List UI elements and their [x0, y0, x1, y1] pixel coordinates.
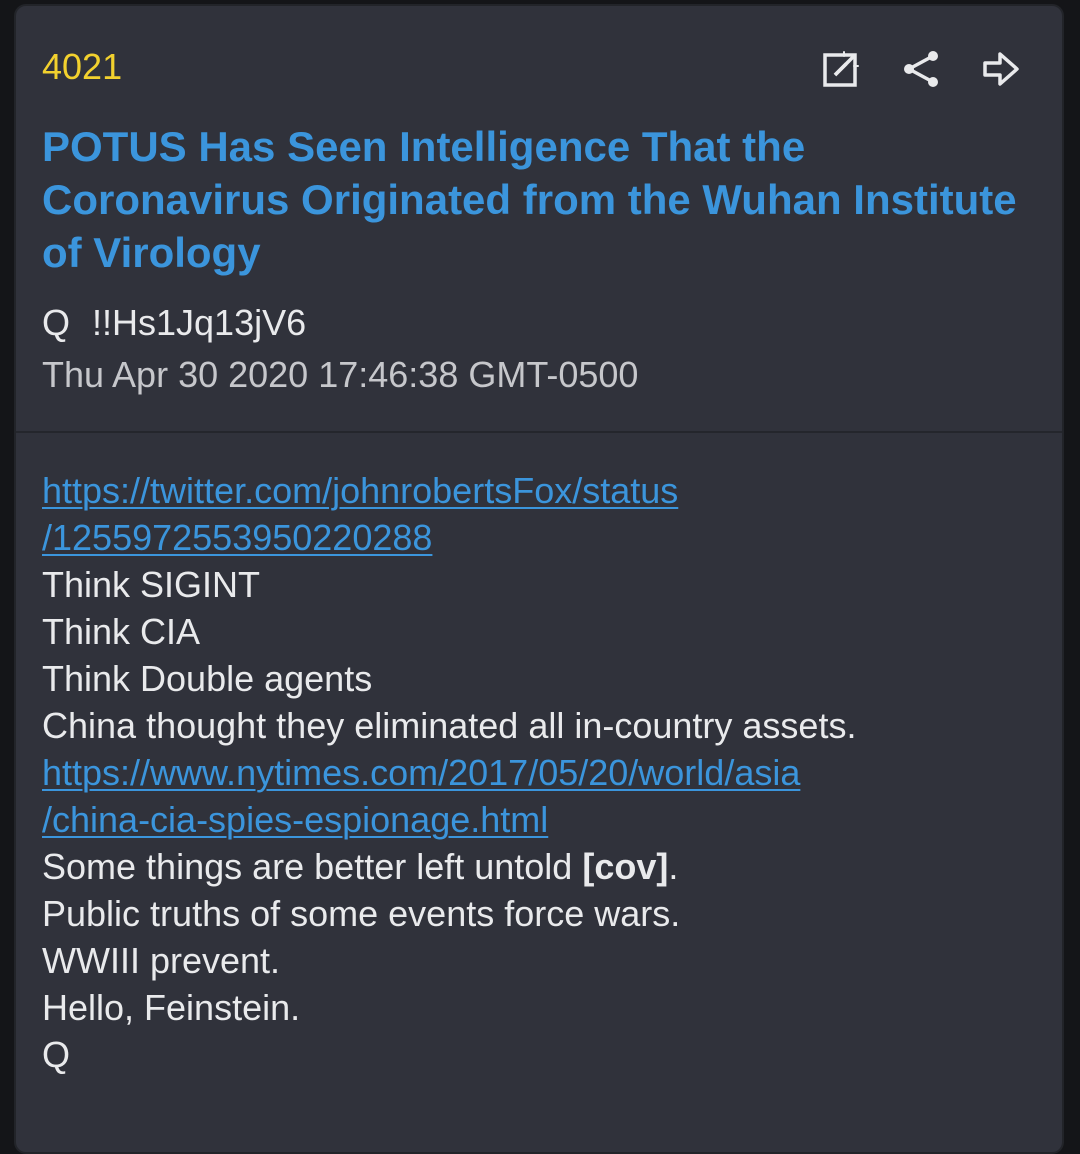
post-author: Q !!Hs1Jq13jV6	[42, 302, 306, 344]
body-line: China thought they eliminated all in-cou…	[42, 705, 857, 746]
post-timestamp: Thu Apr 30 2020 17:46:38 GMT-0500	[42, 354, 639, 395]
body-line: Think Double agents	[42, 658, 373, 699]
author-tripcode: !!Hs1Jq13jV6	[92, 302, 307, 343]
forward-button[interactable]	[976, 44, 1026, 94]
share-button[interactable]	[896, 44, 946, 94]
post-body: https://twitter.com/johnrobertsFox/statu…	[16, 433, 1062, 1078]
post-number: 4021	[42, 46, 123, 87]
body-line: Think CIA	[42, 611, 201, 652]
forward-arrow-icon	[983, 52, 1019, 86]
author-name: Q	[42, 302, 71, 343]
signature: Q	[42, 1034, 71, 1075]
body-line: Some things are better left untold [cov]…	[42, 843, 1036, 890]
twitter-link[interactable]: https://twitter.com/johnrobertsFox/statu…	[42, 467, 1036, 561]
body-line: Public truths of some events force wars.	[42, 893, 681, 934]
post-header: 4021 POTUS Has Seen Intelligence That th…	[16, 6, 1062, 433]
open-external-button[interactable]	[816, 44, 866, 94]
post-card: 4021 POTUS Has Seen Intelligence That th…	[14, 4, 1064, 1154]
twitter-link-line1: https://twitter.com/johnrobertsFox/statu…	[42, 470, 679, 511]
nytimes-link[interactable]: https://www.nytimes.com/2017/05/20/world…	[42, 749, 1036, 843]
bracket-tag: [cov]	[582, 846, 669, 887]
nytimes-link-line2: /china-cia-spies-espionage.html	[42, 799, 549, 840]
share-icon	[904, 51, 938, 87]
open-external-icon	[823, 49, 861, 87]
body-line: Think SIGINT	[42, 564, 261, 605]
twitter-link-line2: /1255972553950220288	[42, 517, 433, 558]
body-line: WWIII prevent.	[42, 940, 281, 981]
post-actions	[816, 44, 1026, 94]
body-line: Hello, Feinstein.	[42, 987, 301, 1028]
body-text: .	[668, 846, 679, 887]
post-title: POTUS Has Seen Intelligence That the Cor…	[42, 123, 1017, 276]
nytimes-link-line1: https://www.nytimes.com/2017/05/20/world…	[42, 752, 801, 793]
body-text: Some things are better left untold	[42, 846, 583, 887]
